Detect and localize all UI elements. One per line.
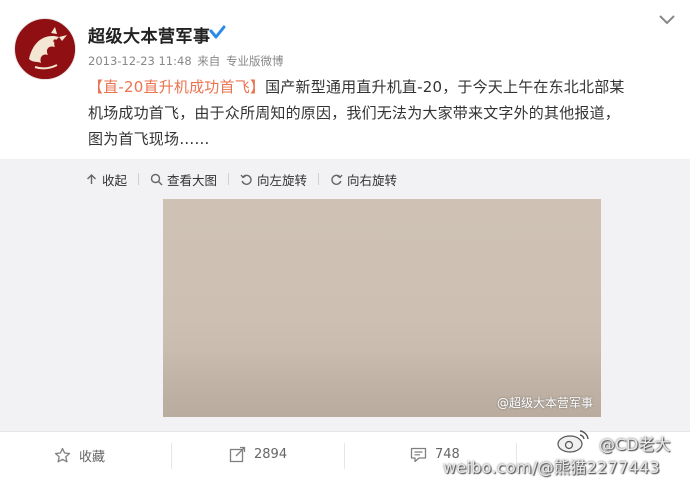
page-watermark-handle: @熊猫2277443 (537, 458, 660, 477)
post-photo[interactable]: @超级大本营军事 (163, 199, 601, 417)
rotate-left-label: 向左旋转 (257, 172, 308, 188)
author-name[interactable]: 超级大本营军事 (88, 22, 211, 47)
page-watermark-user: @CD老大 (599, 435, 671, 454)
avatar[interactable] (14, 18, 76, 80)
arrow-up-icon (87, 173, 96, 184)
post-body-line2: 机场成功首飞，由于众所周知的原因，我们无法为大家带来文字外的其他报道， (88, 104, 621, 122)
post-meta: 2013-12-23 11:48 来自 专业版微博 (88, 53, 285, 69)
collapse-label: 收起 (102, 172, 128, 188)
photo-watermark: @超级大本营军事 (496, 396, 593, 410)
star-icon (54, 447, 71, 463)
media-toolbar: 收起 查看大图 向左旋转 向右旋转 (85, 168, 397, 190)
topic-link[interactable]: 【直-20直升机成功首飞】 (88, 78, 265, 96)
dragon-emblem-icon (16, 20, 75, 79)
action-divider (344, 443, 345, 469)
favorite-button[interactable]: 收藏 (54, 446, 105, 465)
page-watermark-site-url: weibo.com/ (443, 458, 538, 477)
chevron-down-icon[interactable] (658, 14, 676, 26)
rotate-left-icon (240, 174, 252, 185)
page-watermark-site: weibo.com/@熊猫2277443 (443, 454, 660, 478)
search-icon (150, 173, 163, 185)
rotate-left-button[interactable]: 向左旋转 (240, 170, 307, 189)
post-body-line1: 国产新型通用直升机直-20，于今天上午在东北北部某 (265, 78, 625, 96)
view-large-button[interactable]: 查看大图 (150, 170, 217, 189)
collapse-button[interactable]: 收起 (85, 170, 127, 189)
repost-count: 2894 (254, 447, 288, 462)
rotate-right-label: 向右旋转 (347, 172, 398, 188)
toolbar-divider (138, 173, 140, 185)
weibo-logo-icon (557, 430, 589, 453)
post-date[interactable]: 2013-12-23 11:48 (88, 54, 192, 68)
post-text: 【直-20直升机成功首飞】国产新型通用直升机直-20，于今天上午在东北北部某 机… (88, 74, 678, 152)
rotate-right-icon (331, 174, 343, 185)
favorite-label: 收藏 (79, 450, 106, 465)
post-source[interactable]: 专业版微博 (226, 54, 284, 68)
verified-badge-icon (209, 25, 226, 39)
weibo-post: 超级大本营军事 2013-12-23 11:48 来自 专业版微博 【直-20直… (0, 0, 690, 479)
source-prefix: 来自 (197, 54, 221, 68)
comment-icon (410, 447, 427, 463)
toolbar-divider (228, 173, 230, 185)
rotate-right-button[interactable]: 向右旋转 (330, 170, 397, 189)
toolbar-divider (318, 173, 320, 185)
repost-button[interactable]: 2894 (229, 446, 287, 463)
media-expanded-panel: 收起 查看大图 向左旋转 向右旋转 @超级大本营军事 (0, 159, 690, 431)
post-body-line3: 图为首飞现场…… (88, 130, 210, 148)
action-divider (171, 443, 172, 469)
view-large-label: 查看大图 (167, 172, 218, 188)
repost-icon (229, 446, 246, 463)
